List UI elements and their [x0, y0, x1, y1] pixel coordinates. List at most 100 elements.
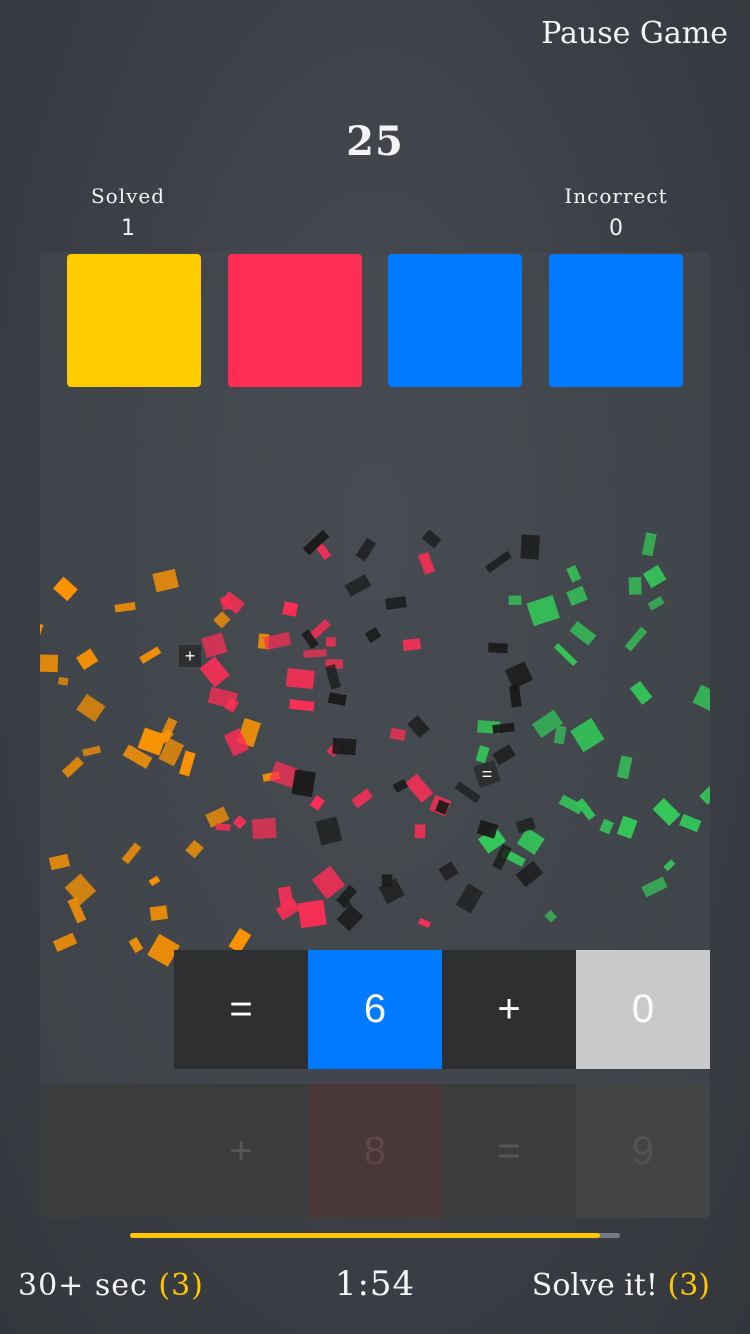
confetti-piece — [566, 585, 588, 607]
tile-equals[interactable]: = — [174, 950, 308, 1069]
confetti-piece — [128, 937, 144, 954]
confetti-piece — [508, 595, 522, 606]
confetti-piece — [61, 756, 84, 778]
confetti-piece — [679, 813, 702, 833]
confetti-piece — [336, 904, 364, 932]
confetti-piece — [652, 797, 681, 826]
confetti-piece — [251, 817, 277, 840]
confetti-piece — [566, 565, 582, 583]
tile-plus[interactable]: + — [174, 1084, 308, 1218]
confetti-piece — [421, 529, 442, 549]
confetti-piece — [641, 876, 668, 898]
confetti-piece — [48, 853, 71, 871]
confetti-piece — [121, 842, 142, 865]
confetti-piece — [641, 532, 657, 557]
confetti-piece — [215, 823, 231, 831]
confetti-piece — [303, 649, 327, 658]
confetti-piece — [40, 616, 44, 636]
confetti-piece — [599, 818, 615, 835]
confetti-piece — [114, 602, 136, 613]
confetti-piece — [199, 656, 230, 688]
incorrect-label: Incorrect — [564, 184, 668, 208]
confetti-piece — [628, 577, 642, 595]
confetti-piece — [418, 551, 436, 575]
confetti-piece — [570, 717, 605, 753]
confetti-piece — [475, 745, 490, 764]
confetti-piece — [315, 816, 343, 846]
confetti-piece — [699, 777, 710, 805]
confetti-burst: += — [40, 529, 710, 967]
confetti-piece — [53, 576, 78, 602]
confetti-piece — [385, 596, 407, 610]
confetti-piece — [509, 684, 522, 708]
confetti-piece — [553, 643, 578, 667]
confetti-piece — [692, 684, 710, 714]
confetti-piece — [485, 550, 512, 573]
confetti-piece — [149, 905, 168, 921]
confetti-piece — [232, 815, 247, 830]
confetti-piece — [492, 744, 516, 766]
confetti-piece — [351, 788, 374, 809]
tile-6[interactable]: 6 — [308, 950, 442, 1069]
confetti-piece — [332, 737, 357, 756]
confetti-piece — [52, 932, 78, 953]
confetti-piece — [325, 637, 336, 647]
confetti-symbol: + — [179, 645, 201, 667]
confetti-piece — [148, 875, 161, 887]
confetti-piece — [629, 680, 653, 705]
tile-equals[interactable]: = — [442, 1084, 576, 1218]
confetti-piece — [282, 601, 299, 617]
confetti-piece — [139, 646, 162, 664]
confetti-piece — [344, 574, 372, 597]
confetti-piece — [179, 750, 196, 777]
confetti-piece — [82, 745, 102, 757]
confetti-piece — [309, 795, 325, 811]
confetti-piece — [663, 859, 676, 872]
score: 25 — [346, 118, 404, 165]
confetti-piece — [185, 839, 204, 859]
confetti-piece — [526, 595, 560, 627]
tile-empty[interactable] — [40, 1084, 174, 1218]
confetti-piece — [152, 568, 179, 593]
solve-it-button[interactable]: Solve it! (3) — [532, 1268, 710, 1303]
confetti-piece — [642, 564, 667, 589]
time-progress-bar — [130, 1233, 620, 1238]
confetti-piece — [297, 899, 327, 929]
solved-count: 1 — [121, 216, 135, 241]
confetti-piece — [504, 661, 534, 690]
solve-it-label: Solve it! — [531, 1268, 658, 1303]
confetti-piece — [76, 693, 106, 722]
confetti-piece — [647, 596, 665, 611]
confetti-piece — [558, 794, 585, 815]
confetti-piece — [455, 883, 484, 914]
svg-text:=: = — [482, 764, 493, 784]
confetti-piece — [405, 773, 434, 803]
confetti-piece — [418, 918, 431, 929]
confetti-piece — [355, 537, 377, 562]
confetti-piece — [520, 534, 541, 560]
confetti-piece — [392, 778, 409, 793]
confetti-piece — [544, 909, 558, 923]
tile-0[interactable]: 0 — [576, 950, 710, 1069]
time-progress-fill — [130, 1233, 601, 1238]
confetti-piece — [275, 898, 301, 921]
pause-game-button[interactable]: Pause Game — [541, 16, 728, 51]
svg-text:+: + — [185, 646, 196, 666]
confetti-piece — [201, 632, 228, 658]
tile-plus[interactable]: + — [442, 950, 576, 1069]
tile-8[interactable]: 8 — [308, 1084, 442, 1218]
confetti-piece — [407, 715, 430, 739]
solved-label: Solved — [90, 184, 166, 208]
confetti-piece — [454, 781, 482, 804]
confetti-piece — [515, 817, 536, 834]
confetti-piece — [624, 626, 648, 652]
confetti-piece — [57, 676, 69, 686]
confetti-piece — [76, 648, 99, 671]
game-board: + = = 6 +0 +8 = 9 — [40, 252, 710, 1218]
confetti-piece — [438, 861, 459, 882]
confetti-piece — [616, 815, 638, 839]
confetti-piece — [289, 699, 315, 712]
confetti-symbol: = — [473, 760, 501, 788]
tile-9[interactable]: 9 — [576, 1084, 710, 1218]
confetti-piece — [311, 865, 346, 900]
